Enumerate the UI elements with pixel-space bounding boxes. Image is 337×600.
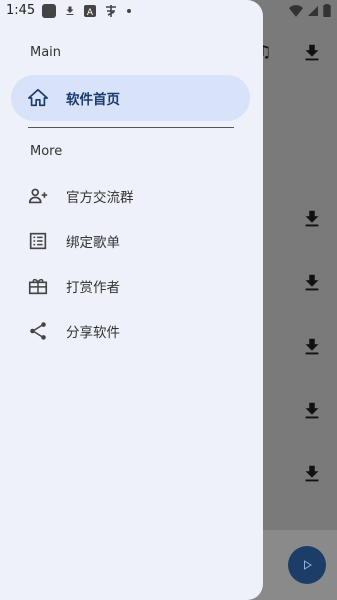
download-icon[interactable] [301,336,323,358]
gift-icon [28,278,48,295]
download-icon[interactable] [301,272,323,294]
app-status-icon [106,5,116,17]
battery-icon [323,4,331,17]
download-icon[interactable] [301,400,323,422]
wifi-icon [289,4,303,17]
status-bar: 1:45 A [0,0,337,24]
download-icon[interactable] [301,42,323,64]
drawer-item-bind-playlist[interactable]: 绑定歌单 [11,218,250,264]
app-notification-icon [42,4,56,18]
download-icon[interactable] [301,463,323,485]
drawer-item-label: 软件首页 [66,92,120,108]
status-time: 1:45 [6,3,36,18]
list-icon [29,232,47,250]
drawer-item-donate[interactable]: 打赏作者 [11,263,250,309]
drawer-item-label: 分享软件 [66,325,120,341]
group-add-icon [28,188,48,204]
more-notifications-icon [127,9,131,13]
home-icon [28,88,48,107]
divider [28,127,234,128]
download-icon[interactable] [301,208,323,230]
translate-icon: A [84,5,96,17]
drawer-item-home[interactable]: 软件首页 [11,75,250,121]
svg-text:A: A [87,8,94,17]
drawer-item-group[interactable]: 官方交流群 [11,173,250,219]
play-button[interactable] [288,546,326,584]
section-title-main: Main [30,45,62,60]
signal-icon [308,5,318,16]
drawer-item-label: 绑定歌单 [66,235,120,251]
section-title-more: More [30,144,63,159]
drawer-item-share[interactable]: 分享软件 [11,308,250,354]
play-icon [304,560,312,570]
navigation-drawer: Main 软件首页 More 官方交流群 绑定歌单 打赏作者 分享软件 [0,0,263,600]
share-icon [30,322,46,340]
drawer-item-label: 官方交流群 [66,190,134,206]
drawer-item-label: 打赏作者 [66,280,120,296]
download-status-icon [66,6,74,15]
